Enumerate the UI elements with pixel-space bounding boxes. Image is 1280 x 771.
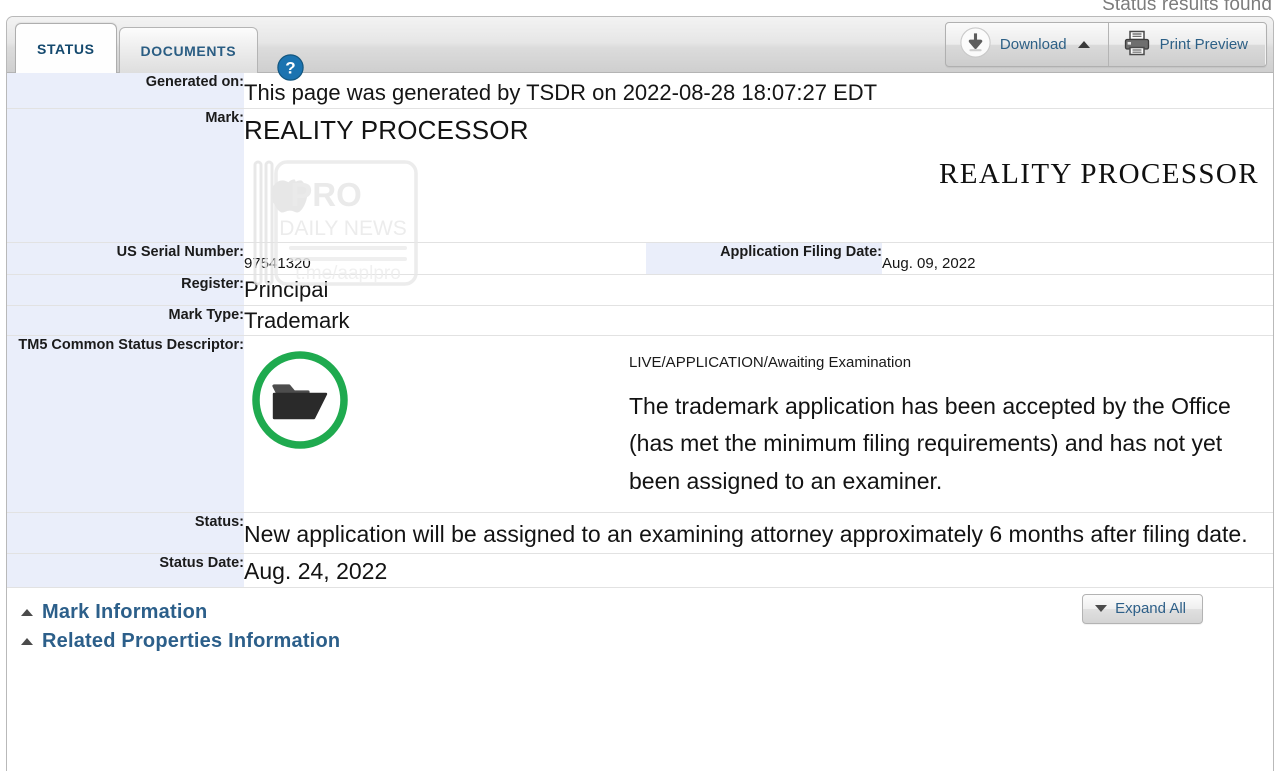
label-status: Status:	[7, 512, 244, 555]
svg-text:?: ?	[285, 59, 295, 78]
table-row-status-date: Status Date: Aug. 24, 2022	[7, 553, 1273, 589]
table-row-tm5-common-status-descriptor: TM5 Common Status Descriptor: LIVE/APPLI…	[7, 335, 1273, 514]
value-us-serial-number: 97541320	[244, 242, 646, 275]
accordion-sections: Expand All Mark Information Related Prop…	[7, 588, 1273, 657]
table-row-serial-filing: US Serial Number: 97541320 Application F…	[7, 242, 1273, 275]
tm5-status-line: LIVE/APPLICATION/Awaiting Examination	[629, 354, 912, 372]
status-info-table: Generated on: This page was generated by…	[7, 73, 1273, 589]
expand-all-label: Expand All	[1115, 600, 1186, 618]
print-preview-button[interactable]: Print Preview	[1107, 23, 1266, 66]
printer-icon	[1123, 30, 1151, 60]
label-register: Register:	[7, 274, 244, 306]
tm5-icon-wrap	[244, 344, 629, 500]
value-status: New application will be assigned to an e…	[244, 521, 1248, 548]
value-mark-type: Trademark	[244, 305, 1273, 337]
value-generated-on: This page was generated by TSDR on 2022-…	[244, 73, 1273, 109]
tab-documents-label: DOCUMENTS	[140, 42, 237, 59]
caret-up-icon	[21, 638, 33, 646]
label-status-date: Status Date:	[7, 553, 244, 589]
tab-strip: STATUS DOCUMENTS ? Download Print Previe…	[7, 17, 1273, 81]
table-row-status: Status: New application will be assigned…	[7, 512, 1273, 555]
accordion-label-mark-information: Mark Information	[42, 601, 208, 624]
table-row-mark-type: Mark Type: Trademark	[7, 305, 1273, 337]
value-status-cell: New application will be assigned to an e…	[244, 512, 1273, 555]
download-label: Download	[999, 36, 1067, 53]
download-circle-icon	[960, 27, 991, 62]
open-folder-status-icon	[250, 350, 350, 500]
label-application-filing-date: Application Filing Date:	[646, 242, 882, 275]
status-results-found-text: Status results found	[1102, 0, 1272, 15]
label-tm5-common-status-descriptor: TM5 Common Status Descriptor:	[7, 335, 244, 514]
tab-status[interactable]: STATUS	[15, 23, 117, 73]
mark-drawing-image: REALITY PROCESSOR	[938, 157, 1259, 190]
value-status-date-cell: Aug. 24, 2022	[244, 553, 1273, 589]
tsdr-status-page: Status results found STATUS DOCUMENTS ?	[0, 0, 1280, 771]
label-us-serial-number: US Serial Number:	[7, 242, 244, 275]
mark-literal-text: REALITY PROCESSOR	[244, 114, 529, 145]
status-info-table-wrap: Generated on: This page was generated by…	[7, 73, 1273, 589]
label-mark-type: Mark Type:	[7, 305, 244, 337]
value-mark-cell: REALITY PROCESSOR REALITY PROCESSOR	[244, 108, 1273, 243]
caret-up-icon	[1077, 41, 1090, 48]
tab-documents[interactable]: DOCUMENTS	[118, 27, 259, 73]
expand-all-button[interactable]: Expand All	[1082, 594, 1203, 625]
print-preview-label: Print Preview	[1159, 36, 1248, 53]
accordion-section-related-properties-information[interactable]: Related Properties Information	[7, 627, 1273, 656]
accordion-label-related-properties-information: Related Properties Information	[42, 630, 341, 653]
value-status-date: Aug. 24, 2022	[244, 558, 388, 585]
value-application-filing-date: Aug. 09, 2022	[882, 242, 1273, 275]
caret-down-icon	[1095, 605, 1108, 613]
download-button[interactable]: Download	[946, 23, 1108, 66]
toolbar: Download Print Preview	[944, 22, 1267, 67]
table-row-generated-on: Generated on: This page was generated by…	[7, 73, 1273, 109]
status-panel: STATUS DOCUMENTS ? Download Print Previe…	[6, 16, 1274, 771]
value-register: Principal	[244, 274, 1273, 306]
table-row-mark: Mark: REALITY PROCESSOR REALITY PROCESSO…	[7, 108, 1273, 243]
tab-status-label: STATUS	[37, 40, 95, 57]
caret-up-icon	[21, 609, 33, 617]
tm5-description: The trademark application has been accep…	[629, 392, 1231, 494]
label-generated-on: Generated on:	[7, 73, 244, 109]
value-tm5-cell: LIVE/APPLICATION/Awaiting Examination Th…	[244, 335, 1273, 514]
tm5-text-wrap: LIVE/APPLICATION/Awaiting Examination Th…	[629, 344, 1273, 500]
table-row-register: Register: Principal	[7, 274, 1273, 306]
label-mark: Mark:	[7, 108, 244, 243]
tab-list: STATUS DOCUMENTS	[15, 21, 260, 73]
help-circle-icon[interactable]: ?	[277, 54, 304, 81]
